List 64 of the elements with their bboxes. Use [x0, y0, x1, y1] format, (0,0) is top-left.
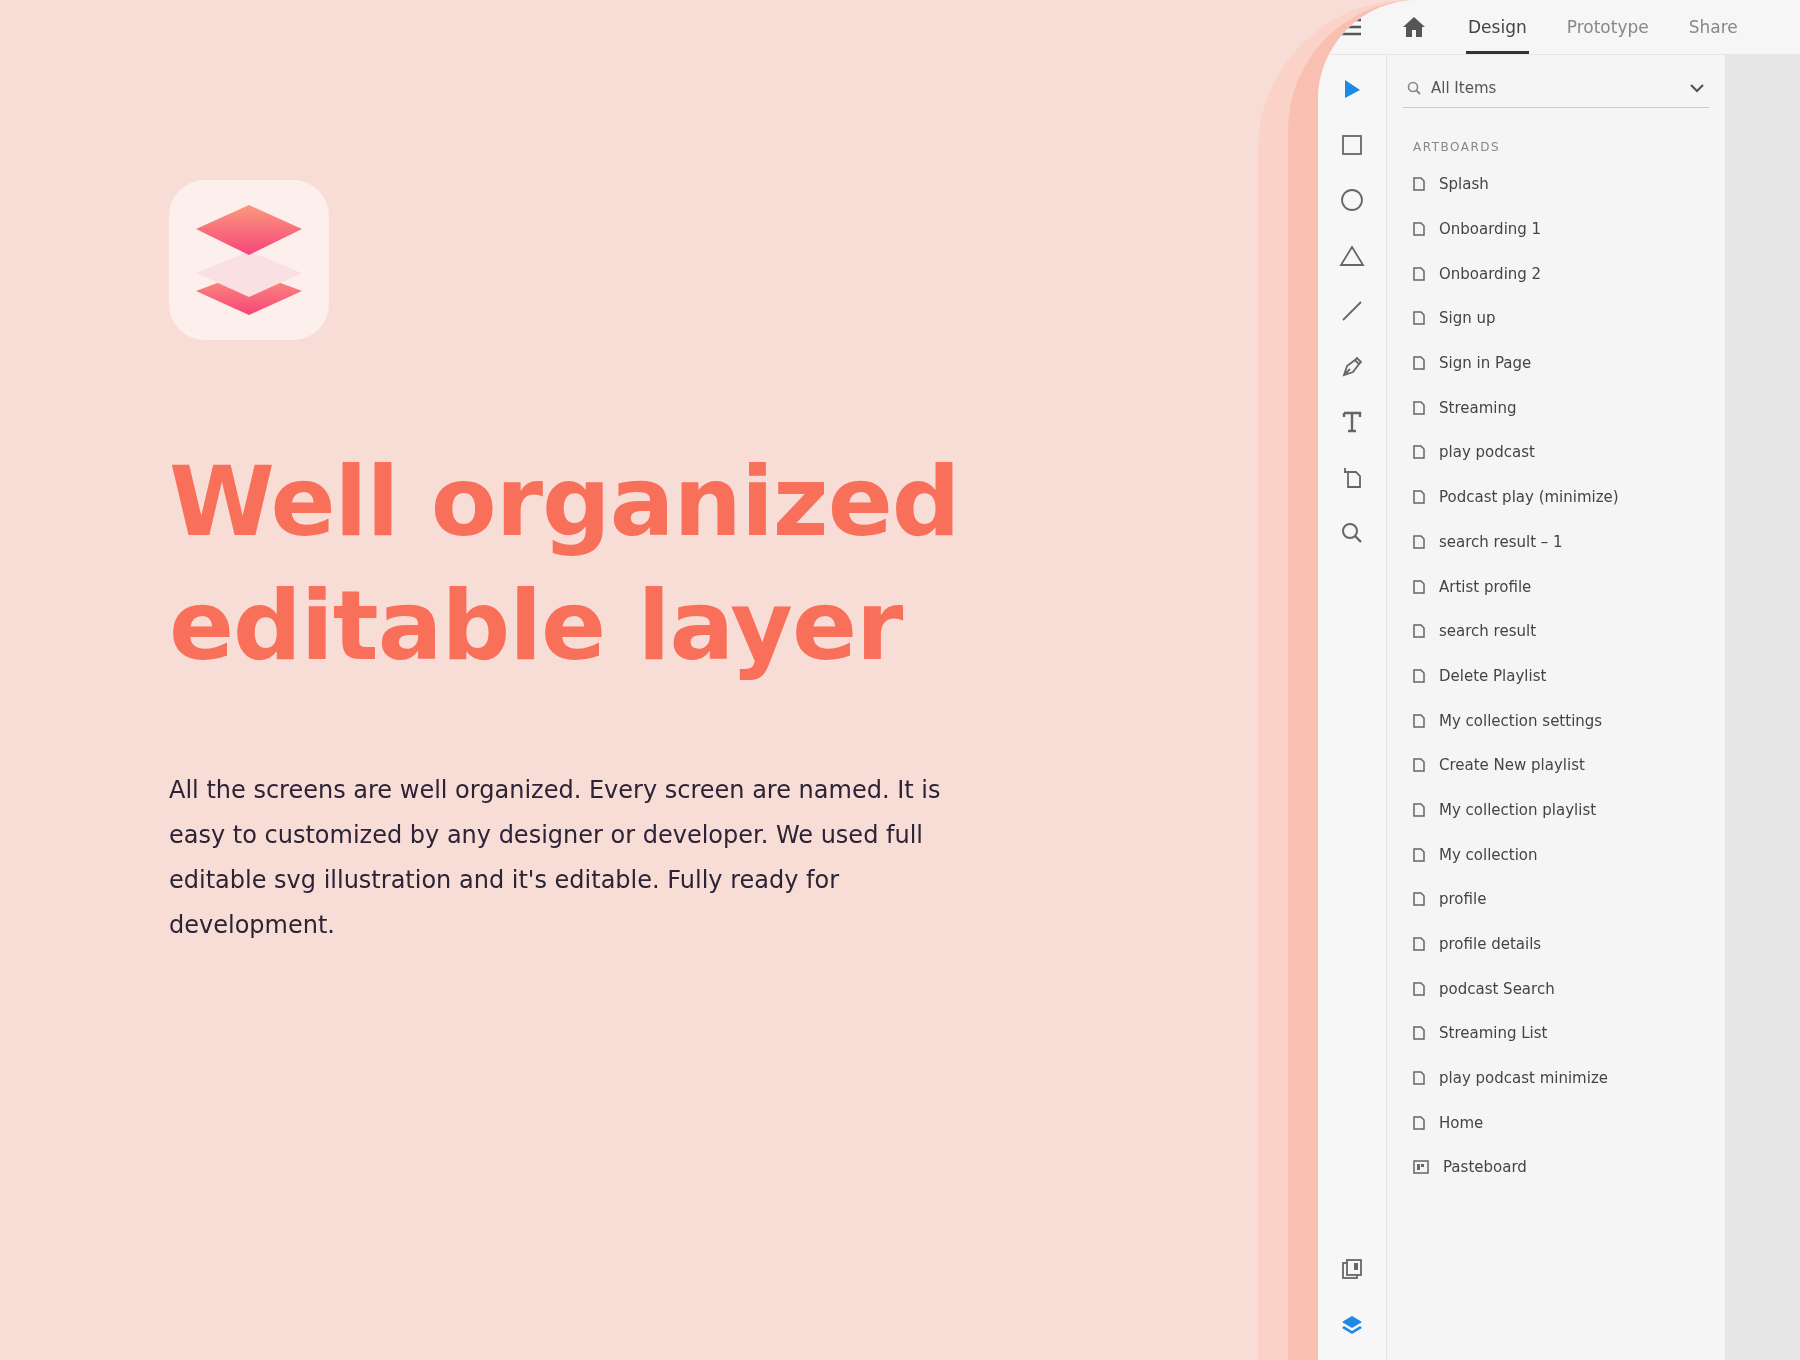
page-icon	[1413, 445, 1425, 460]
rectangle-icon	[1341, 133, 1363, 156]
page-icon	[1413, 534, 1425, 549]
page-icon	[1413, 1115, 1425, 1130]
page-icon	[1413, 668, 1425, 683]
artboard-item[interactable]: play podcast	[1439, 443, 1535, 462]
home-icon[interactable]	[1402, 16, 1426, 38]
page-icon	[1413, 1026, 1425, 1041]
page-icon	[1413, 177, 1425, 192]
artboard-item[interactable]: Onboarding 2	[1439, 264, 1542, 283]
headline: Well organized editable layer	[169, 445, 961, 684]
board-icon	[1413, 1160, 1429, 1175]
pointer-icon	[1342, 78, 1362, 100]
line-icon	[1341, 300, 1363, 322]
page-icon	[1413, 400, 1425, 415]
page-icon	[1413, 266, 1425, 281]
artboard-item[interactable]: search result – 1	[1439, 532, 1563, 551]
artboard-item[interactable]: Pasteboard	[1443, 1158, 1527, 1177]
layers-icon	[1340, 1313, 1364, 1336]
chevron-down-icon	[1689, 83, 1705, 93]
page-icon	[1413, 624, 1425, 639]
artboard-item[interactable]: Podcast play (minimize)	[1439, 488, 1619, 507]
search-icon	[1407, 81, 1421, 95]
layers-logo-icon	[194, 205, 304, 315]
artboard-item[interactable]: Streaming	[1439, 398, 1517, 417]
pen-icon	[1340, 354, 1364, 379]
artboard-item[interactable]: Splash	[1439, 175, 1489, 194]
page-icon	[1413, 1071, 1425, 1086]
search-icon	[1341, 522, 1363, 544]
page-icon	[1413, 311, 1425, 326]
artboard-item[interactable]: My collection	[1439, 845, 1538, 864]
artboard-item[interactable]: search result	[1439, 622, 1537, 641]
artboard-item[interactable]: Home	[1439, 1113, 1484, 1132]
section-heading: ARTBOARDS	[1413, 140, 1502, 154]
artboard-item[interactable]: podcast Search	[1439, 979, 1555, 998]
artboard-item[interactable]: Artist profile	[1439, 577, 1532, 596]
page-icon	[1413, 713, 1425, 728]
page-icon	[1413, 847, 1425, 862]
page-icon	[1413, 758, 1425, 773]
text-tool-icon	[1342, 411, 1362, 433]
assets-icon	[1341, 1258, 1363, 1280]
page-icon	[1413, 490, 1425, 505]
ellipse-icon	[1340, 188, 1364, 212]
description: All the screens are well organized. Every screen are named. It is easy to customized by any designer or developer. We used full editable svg illustration and it's editable. Fully ready for development.	[169, 775, 942, 941]
artboard-item[interactable]: Sign in Page	[1439, 354, 1532, 373]
page-icon	[1413, 892, 1425, 907]
artboard-item[interactable]: Onboarding 1	[1439, 220, 1542, 239]
page-icon	[1413, 579, 1425, 594]
page-icon	[1413, 356, 1425, 371]
triangle-icon	[1339, 244, 1365, 267]
search-field[interactable]: All Items	[1403, 69, 1709, 108]
artboard-item[interactable]: My collection settings	[1439, 711, 1603, 730]
artboard-item[interactable]: Sign up	[1439, 309, 1496, 328]
page-icon	[1413, 981, 1425, 996]
artboard-item[interactable]: Create New playlist	[1439, 756, 1585, 775]
artboard-item[interactable]: Streaming List	[1439, 1024, 1548, 1043]
page-icon	[1413, 222, 1425, 237]
page-icon	[1413, 802, 1425, 817]
artboard-item[interactable]: Delete Playlist	[1439, 666, 1547, 685]
artboard-item[interactable]: profile	[1439, 890, 1487, 909]
artboard-item[interactable]: My collection playlist	[1439, 800, 1597, 819]
artboard-item[interactable]: profile details	[1439, 935, 1542, 954]
artboard-item[interactable]: play podcast minimize	[1439, 1069, 1608, 1088]
page-icon	[1413, 937, 1425, 952]
